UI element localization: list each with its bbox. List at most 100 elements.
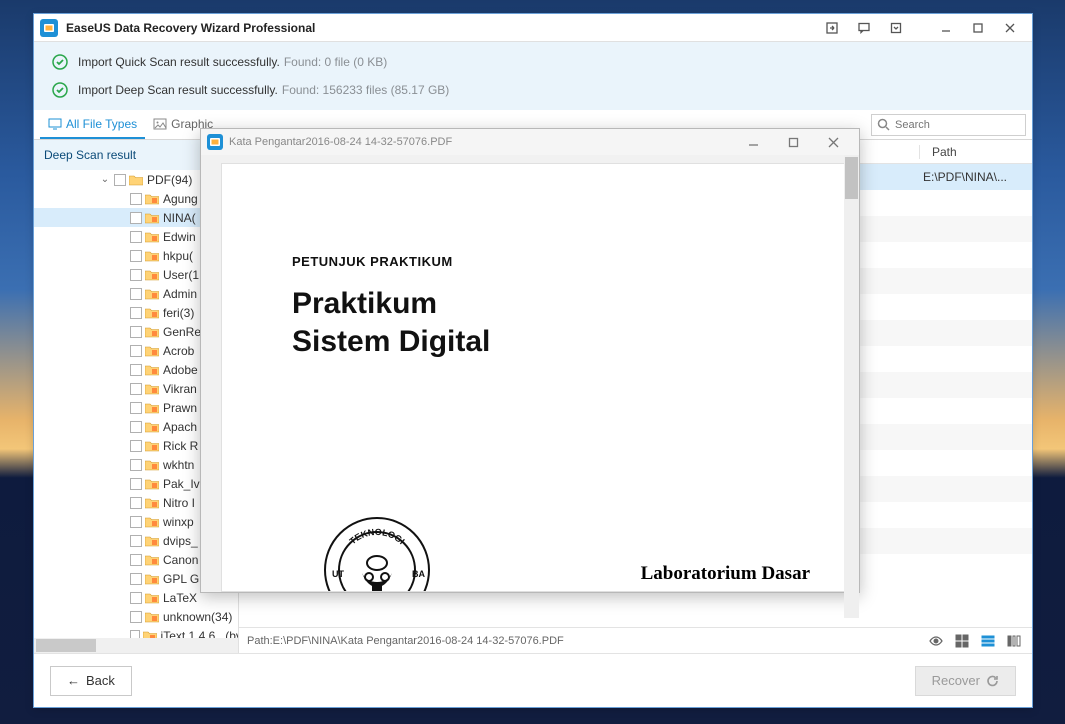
checkbox[interactable] (114, 174, 126, 186)
preview-titlebar: Kata Pengantar2016-08-24 14-32-57076.PDF (201, 129, 859, 155)
preview-minimize-button[interactable] (733, 131, 773, 153)
checkbox[interactable] (130, 307, 142, 319)
preview-title-text: Kata Pengantar2016-08-24 14-32-57076.PDF (229, 136, 452, 148)
tree-node-label: NINA( (163, 211, 196, 225)
folder-icon (145, 421, 159, 433)
scrollbar-thumb[interactable] (845, 157, 858, 199)
recover-label: Recover (932, 673, 980, 688)
view-list-icon[interactable] (978, 632, 998, 650)
tree-node-label: PDF(94) (147, 173, 192, 187)
tree-node-label: Rick R (163, 439, 198, 453)
checkbox[interactable] (130, 231, 142, 243)
tree-node-label: Admin (163, 287, 197, 301)
folder-icon (145, 592, 159, 604)
checkbox[interactable] (130, 421, 142, 433)
tree-node[interactable]: iText 1.4.6 _(by low (34, 626, 238, 638)
tree-node[interactable]: unknown(34) (34, 607, 238, 626)
recover-button[interactable]: Recover (915, 666, 1016, 696)
checkbox[interactable] (130, 326, 142, 338)
back-button[interactable]: ← Back (50, 666, 132, 696)
quick-scan-status: Import Quick Scan result successfully. F… (44, 48, 1022, 76)
preview-maximize-button[interactable] (773, 131, 813, 153)
checkbox[interactable] (130, 402, 142, 414)
tree-node-label: Canon (163, 553, 198, 567)
folder-icon (145, 554, 159, 566)
chevron-down-icon[interactable]: ⌄ (99, 174, 111, 185)
folder-icon (129, 174, 143, 186)
checkbox[interactable] (130, 611, 142, 623)
checkbox[interactable] (130, 573, 142, 585)
folder-icon (145, 497, 159, 509)
path-bar: Path:E:\PDF\NINA\Kata Pengantar2016-08-2… (239, 627, 1032, 653)
deep-scan-found: Found: 156233 files (85.17 GB) (282, 83, 449, 97)
folder-icon (145, 269, 159, 281)
svg-text:TEKNOLOGI: TEKNOLOGI (348, 527, 407, 546)
deep-scan-status: Import Deep Scan result successfully. Fo… (44, 76, 1022, 104)
tree-node-label: Prawn (163, 401, 197, 415)
preview-eye-icon[interactable] (926, 632, 946, 650)
preview-document[interactable]: PETUNJUK PRAKTIKUM Praktikum Sistem Digi… (221, 163, 851, 592)
checkbox[interactable] (130, 269, 142, 281)
folder-icon (145, 516, 159, 528)
app-title: EaseUS Data Recovery Wizard Professional (66, 21, 315, 35)
tab-all-file-types[interactable]: All File Types (40, 110, 145, 139)
back-label: Back (86, 673, 115, 688)
scan-status-panel: Import Quick Scan result successfully. F… (34, 42, 1032, 110)
tree-node-label: winxp (163, 515, 194, 529)
tree-node-label: GenRe (163, 325, 201, 339)
doc-kicker: PETUNJUK PRAKTIKUM (292, 254, 790, 269)
minimize-button[interactable] (930, 18, 962, 38)
folder-icon (145, 611, 159, 623)
success-check-icon (52, 54, 68, 70)
checkbox[interactable] (130, 516, 142, 528)
view-detail-icon[interactable] (1004, 632, 1024, 650)
list-cell-path: E:\PDF\NINA\... (923, 170, 1007, 184)
close-button[interactable] (994, 18, 1026, 38)
deep-scan-message: Import Deep Scan result successfully. (78, 83, 278, 97)
checkbox[interactable] (130, 288, 142, 300)
preview-vertical-scrollbar[interactable] (844, 155, 859, 618)
checkbox[interactable] (130, 554, 142, 566)
tree-node-label: Apach (163, 420, 197, 434)
folder-icon (145, 535, 159, 547)
doc-heading-line1: Praktikum (292, 285, 790, 323)
checkbox[interactable] (130, 630, 140, 639)
arrow-left-icon: ← (67, 673, 80, 688)
checkbox[interactable] (130, 193, 142, 205)
checkbox[interactable] (130, 478, 142, 490)
tree-node-label: Pak_Iv (163, 477, 200, 491)
svg-text:BA: BA (412, 569, 425, 579)
tree-node-label: dvips_ (163, 534, 198, 548)
tree-horizontal-scrollbar[interactable] (34, 638, 238, 653)
folder-icon (145, 440, 159, 452)
checkbox[interactable] (130, 440, 142, 452)
checkbox[interactable] (130, 497, 142, 509)
checkbox[interactable] (130, 250, 142, 262)
checkbox[interactable] (130, 383, 142, 395)
tree-node-label: GPL G (163, 572, 199, 586)
menu-dropdown-icon[interactable] (880, 18, 912, 38)
folder-icon (145, 573, 159, 585)
checkbox[interactable] (130, 345, 142, 357)
checkbox[interactable] (130, 535, 142, 547)
tree-node-label: Agung (163, 192, 198, 206)
preview-close-button[interactable] (813, 131, 853, 153)
search-box[interactable] (871, 114, 1026, 136)
checkbox[interactable] (130, 364, 142, 376)
preview-window: Kata Pengantar2016-08-24 14-32-57076.PDF… (200, 128, 860, 593)
column-header-path[interactable]: Path (919, 145, 957, 159)
tree-node-label: User(1 (163, 268, 199, 282)
folder-icon (145, 345, 159, 357)
checkbox[interactable] (130, 592, 142, 604)
scrollbar-thumb[interactable] (36, 639, 96, 652)
checkbox[interactable] (130, 459, 142, 471)
share-icon[interactable] (816, 18, 848, 38)
maximize-button[interactable] (962, 18, 994, 38)
folder-icon (145, 250, 159, 262)
feedback-icon[interactable] (848, 18, 880, 38)
checkbox[interactable] (130, 212, 142, 224)
tree-node-label: Edwin (163, 230, 196, 244)
refresh-icon (986, 674, 999, 687)
view-grid-icon[interactable] (952, 632, 972, 650)
search-input[interactable] (895, 119, 1015, 131)
